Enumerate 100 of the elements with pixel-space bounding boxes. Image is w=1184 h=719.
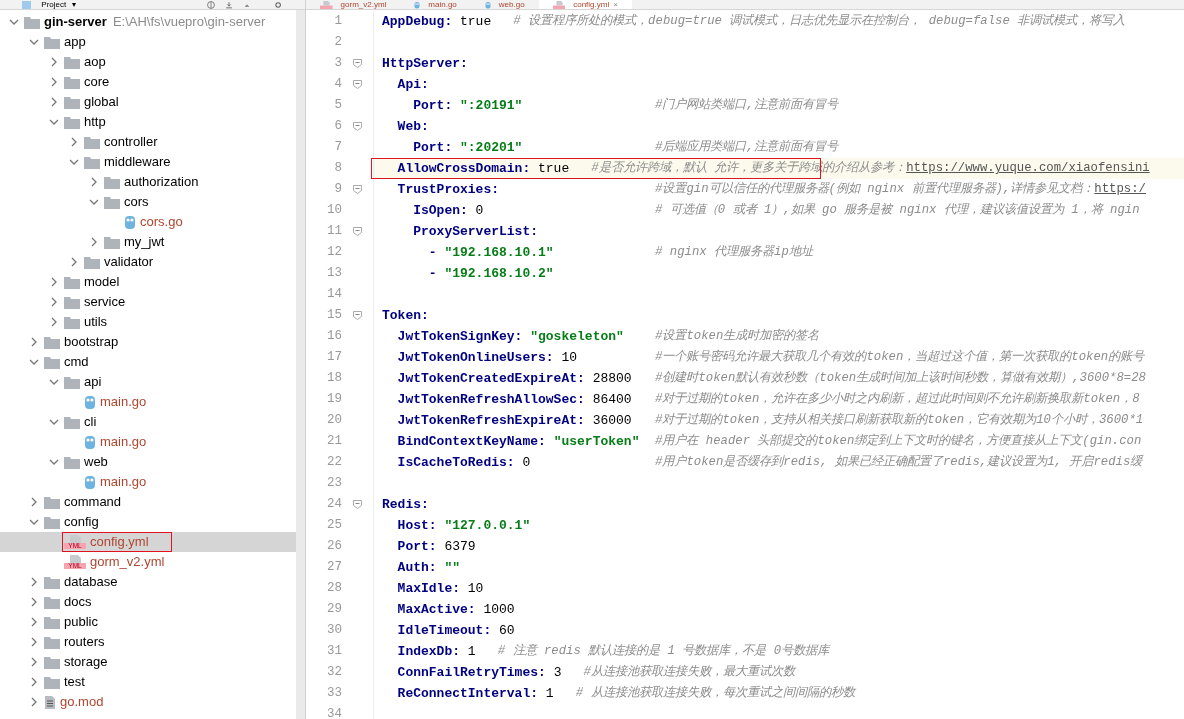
tree-item[interactable]: authorization: [0, 172, 296, 192]
yaml-value: 36000: [592, 412, 632, 428]
yaml-value: "127.0.0.1": [444, 517, 531, 533]
tree-item[interactable]: routers: [0, 632, 296, 652]
yaml-value: 86400: [592, 391, 632, 407]
yaml-key: JwtTokenRefreshExpireAt:: [397, 412, 585, 428]
scrollbar[interactable]: [296, 10, 305, 719]
fold-icon[interactable]: [353, 122, 362, 131]
settings-icon[interactable]: [272, 1, 283, 9]
fold-icon[interactable]: [353, 227, 362, 236]
folder-name: routers: [64, 633, 105, 652]
tree-item[interactable]: app: [0, 32, 296, 52]
file-name: main.go: [100, 473, 147, 492]
fold-icon[interactable]: [353, 500, 362, 509]
line-number: 1: [333, 13, 342, 31]
code-comment: #对于过期的token，支持从相关接口刷新获取新的token，它有效期为10个小时，3600*1: [655, 411, 1144, 430]
tree-item[interactable]: controller: [0, 132, 296, 152]
tree-item[interactable]: model: [0, 272, 296, 292]
code-comment: #一个账号密码允许最大获取几个有效的token，当超过这个值，第一次获取的token的账号: [655, 348, 1145, 367]
link[interactable]: https://www.yuque.com/xiaofensini: [906, 161, 1150, 176]
close-icon[interactable]: ×: [613, 0, 618, 9]
yaml-value: 60: [499, 622, 515, 638]
editor-tab[interactable]: gorm_v2.yml: [306, 0, 401, 9]
yaml-value: "goskeleton": [530, 328, 624, 344]
yaml-key: -: [428, 244, 437, 260]
folder-icon: [44, 595, 60, 609]
folder-icon: [104, 195, 120, 209]
folder-icon: [44, 675, 60, 689]
tree-item[interactable]: cli: [0, 412, 296, 432]
folder-name: cmd: [64, 353, 89, 372]
tree-item[interactable]: core: [0, 72, 296, 92]
folder-name: database: [64, 573, 118, 592]
fold-icon[interactable]: [353, 59, 362, 68]
folder-name: global: [84, 93, 119, 112]
tree-item[interactable]: main.go: [0, 472, 296, 492]
tree-item[interactable]: database: [0, 572, 296, 592]
tree-item[interactable]: public: [0, 612, 296, 632]
line-number: 26: [326, 538, 342, 556]
fold-icon[interactable]: [353, 311, 362, 320]
tree-item[interactable]: cmd: [0, 352, 296, 372]
tree-item[interactable]: main.go: [0, 392, 296, 412]
dropdown-icon[interactable]: ▾: [72, 0, 77, 9]
toolwindow-title[interactable]: Project: [41, 0, 67, 9]
tree-item[interactable]: bootstrap: [0, 332, 296, 352]
editor-tab[interactable]: main.go: [400, 0, 471, 9]
folder-name: bootstrap: [64, 333, 119, 352]
folder-name: cli: [84, 413, 97, 432]
yaml-key: ProxyServerList:: [413, 223, 539, 239]
file-name: go.mod: [60, 693, 104, 712]
editor-tab[interactable]: web.go: [470, 0, 539, 9]
tree-item[interactable]: config: [0, 512, 296, 532]
folder-icon: [44, 35, 60, 49]
folder-icon: [104, 235, 120, 249]
locate-icon[interactable]: [206, 1, 215, 9]
tree-item[interactable]: aop: [0, 52, 296, 72]
tree-item[interactable]: storage: [0, 652, 296, 672]
tree-item[interactable]: gin-server E:\AH\fs\vuepro\gin-server: [0, 12, 296, 32]
tree-item[interactable]: middleware: [0, 152, 296, 172]
tree-item[interactable]: web: [0, 452, 296, 472]
yaml-key: Host:: [397, 517, 437, 533]
tree-item[interactable]: service: [0, 292, 296, 312]
editor-tab[interactable]: config.yml ×: [538, 0, 632, 9]
tree-item[interactable]: cors.go: [0, 212, 296, 232]
yaml-value: ":20191": [460, 97, 523, 113]
folder-icon: [64, 295, 80, 309]
fold-icon[interactable]: [353, 80, 362, 89]
tree-item[interactable]: main.go: [0, 432, 296, 452]
tree-item[interactable]: api: [0, 372, 296, 392]
download-icon[interactable]: [224, 1, 233, 9]
tree-item[interactable]: global: [0, 92, 296, 112]
folder-icon: [44, 635, 60, 649]
fold-icon[interactable]: [353, 185, 362, 194]
gopher-file-icon: [84, 434, 96, 450]
code-comment: #用户token是否缓存到redis, 如果已经正确配置了redis,建议设置为1, 开启redis缓: [655, 453, 1143, 472]
yaml-value: 1: [467, 643, 476, 659]
line-number: 30: [326, 622, 342, 640]
link[interactable]: https:/: [1094, 182, 1146, 197]
line-number: 5: [333, 97, 342, 115]
folder-icon: [64, 375, 80, 389]
yaml-key: IdleTimeout:: [397, 622, 492, 638]
tree-item[interactable]: utils: [0, 312, 296, 332]
line-number: 18: [326, 370, 342, 388]
tree-item[interactable]: go.mod: [0, 692, 296, 712]
tree-item[interactable]: my_jwt: [0, 232, 296, 252]
tree-item[interactable]: command: [0, 492, 296, 512]
tree-item[interactable]: docs: [0, 592, 296, 612]
folder-name: api: [84, 373, 102, 392]
line-number: 11: [326, 223, 342, 241]
folder-name: command: [64, 493, 122, 512]
tree-item[interactable]: validator: [0, 252, 296, 272]
tree-item[interactable]: cors: [0, 192, 296, 212]
yaml-key: ConnFailRetryTimes:: [397, 664, 546, 680]
yaml-value: 1: [545, 685, 554, 701]
folder-name: test: [64, 673, 85, 692]
folder-path: E:\AH\fs\vuepro\gin-server: [112, 13, 266, 32]
tree-item[interactable]: test: [0, 672, 296, 692]
tree-item[interactable]: http: [0, 112, 296, 132]
line-number: 21: [326, 433, 342, 451]
file-name: cors.go: [140, 213, 183, 232]
code-comment: # 从连接池获取连接失败，每次重试之间间隔的秒数: [575, 684, 855, 703]
